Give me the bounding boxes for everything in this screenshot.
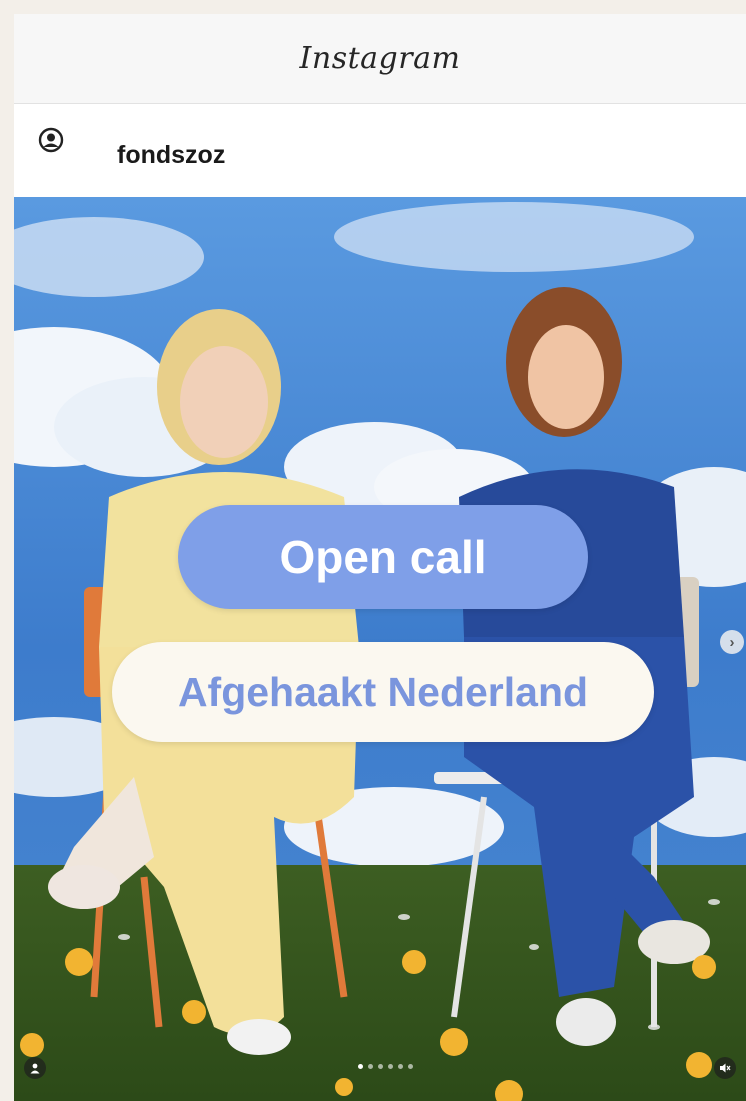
- instagram-frame: Instagram fondszoz Open call Afgehaakt N…: [14, 14, 746, 1101]
- person-tag-icon[interactable]: [24, 1057, 46, 1079]
- carousel-indicator: [358, 1064, 413, 1069]
- instagram-logo[interactable]: Instagram: [300, 41, 461, 76]
- post-header: fondszoz: [14, 105, 746, 197]
- post-media[interactable]: Open call Afgehaakt Nederland ›: [14, 197, 746, 1101]
- carousel-dot: [398, 1064, 403, 1069]
- chevron-right-icon[interactable]: ›: [720, 630, 744, 654]
- carousel-dot: [358, 1064, 363, 1069]
- carousel-dot: [408, 1064, 413, 1069]
- afgehaakt-nederland-label: Afgehaakt Nederland: [112, 642, 654, 742]
- app-header: Instagram: [14, 14, 746, 104]
- carousel-dot: [378, 1064, 383, 1069]
- muted-speaker-icon[interactable]: [714, 1057, 736, 1079]
- carousel-dot: [368, 1064, 373, 1069]
- person-glyph-icon: [30, 1063, 40, 1074]
- post-username[interactable]: fondszoz: [117, 141, 225, 170]
- open-call-label: Open call: [178, 505, 588, 609]
- user-circle-icon[interactable]: [38, 127, 64, 153]
- speaker-glyph-icon: [720, 1063, 731, 1073]
- carousel-dot: [388, 1064, 393, 1069]
